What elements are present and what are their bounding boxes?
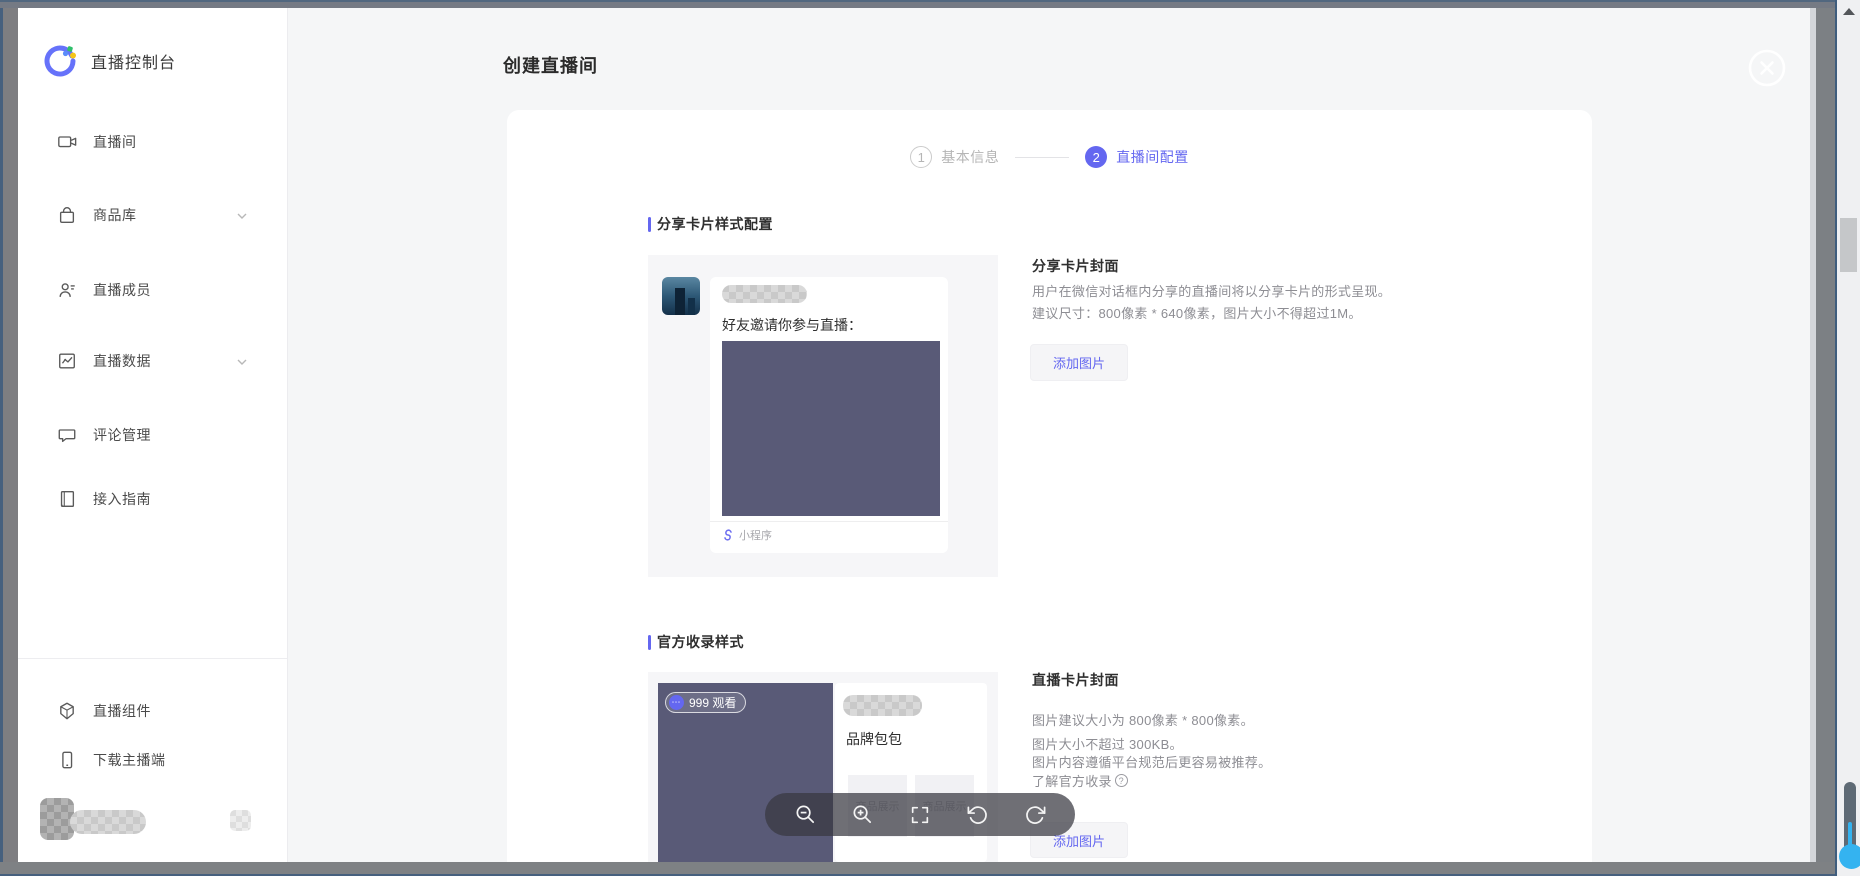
app-title: 直播控制台: [91, 49, 176, 73]
share-card-preview-panel: 好友邀请你参与直播： 小程序: [648, 255, 998, 577]
step-2-circle: 2: [1085, 146, 1107, 168]
video-camera-icon: [57, 132, 77, 152]
zoom-in-icon: [851, 803, 874, 826]
create-live-room-overlay: 创建直播间 1 基本信息 2 直播间配置 分享卡片样式配置: [289, 8, 1810, 862]
chat-avatar-image: [662, 277, 700, 315]
chevron-down-icon: [236, 355, 248, 373]
step-1-circle: 1: [910, 146, 932, 168]
comment-icon: [57, 425, 77, 445]
scrollbar-thumb[interactable]: [1840, 218, 1857, 272]
user-name-redacted: [70, 810, 146, 834]
share-cover-placeholder: [722, 341, 940, 516]
fullscreen-button[interactable]: [908, 803, 932, 827]
scroll-indicator-bulb-icon: [1839, 844, 1860, 869]
step-2-label: 直播间配置: [1116, 147, 1189, 167]
book-icon: [57, 489, 77, 509]
sidebar-item-live-members[interactable]: 直播成员: [18, 278, 288, 302]
live-cover-desc-3: 图片内容遵循平台规范后更容易被推荐。: [1032, 752, 1271, 771]
sidebar-divider: [18, 658, 287, 659]
step-1-label: 基本信息: [941, 147, 999, 167]
sidebar-item-live-room[interactable]: 直播间: [18, 130, 288, 154]
share-card-preview: 好友邀请你参与直播： 小程序: [710, 277, 948, 553]
sidebar: 直播控制台 直播间 商品库 直播成员 直播数据 评论管理 接入指南: [18, 8, 288, 862]
question-mark-icon: ?: [1115, 774, 1128, 787]
user-account-row[interactable]: [18, 788, 288, 858]
chat-sender-name-redacted: [722, 285, 807, 303]
sidebar-item-integration-guide[interactable]: 接入指南: [18, 487, 288, 511]
share-cover-desc-2: 建议尺寸：800像素 * 640像素，图片大小不得超过1M。: [1032, 303, 1362, 322]
sidebar-item-product-library[interactable]: 商品库: [18, 203, 288, 227]
shopping-bag-icon: [57, 205, 77, 225]
step-connector: [1015, 157, 1069, 158]
viewers-badge: ⋯ 999 观看: [665, 692, 746, 713]
add-share-image-button[interactable]: 添加图片: [1030, 344, 1128, 381]
live-cover-title: 直播卡片封面: [1032, 670, 1119, 690]
page-title: 创建直播间: [503, 52, 598, 78]
browser-scrollbar-track[interactable]: [1837, 0, 1860, 876]
sidebar-item-live-data[interactable]: 直播数据: [18, 349, 288, 373]
sidebar-item-download-host-app[interactable]: 下载主播端: [18, 748, 288, 772]
sidebar-item-comment-management[interactable]: 评论管理: [18, 423, 288, 447]
official-listing-help-link[interactable]: 了解官方收录 ?: [1032, 771, 1128, 790]
zoom-in-button[interactable]: [851, 803, 875, 827]
section-accent-bar: [648, 635, 651, 650]
zoom-out-button[interactable]: [793, 803, 817, 827]
phone-icon: [57, 750, 77, 770]
fullscreen-icon: [909, 804, 931, 826]
listing-title-redacted: [843, 695, 922, 716]
mini-program-icon: [722, 529, 734, 541]
invite-text: 好友邀请你参与直播：: [722, 315, 862, 335]
share-cover-title: 分享卡片封面: [1032, 256, 1119, 276]
chart-icon: [57, 351, 77, 371]
mini-program-footer: 小程序: [722, 527, 772, 543]
step-indicator: 1 基本信息 2 直播间配置: [507, 146, 1592, 168]
user-badge-redacted: [230, 810, 251, 831]
live-status-icon: ⋯: [669, 695, 684, 710]
cube-icon: [57, 701, 77, 721]
section-share-card-heading: 分享卡片样式配置: [648, 214, 773, 234]
app-logo-icon: [43, 44, 77, 78]
section-official-listing-heading: 官方收录样式: [648, 632, 744, 652]
window-frame-left: [0, 8, 18, 862]
image-preview-toolbar: [765, 793, 1075, 836]
product-name: 品牌包包: [846, 729, 902, 749]
section-accent-bar: [648, 217, 651, 232]
close-icon: [1747, 48, 1787, 88]
live-cover-desc-1: 图片建议大小为 800像素 * 800像素。: [1032, 710, 1254, 729]
member-icon: [57, 280, 77, 300]
window-frame-right: [1816, 8, 1835, 862]
window-frame-bottom: [0, 862, 1836, 876]
rotate-left-button[interactable]: [966, 803, 990, 827]
window-frame-top: [0, 0, 1836, 8]
scrollbar-up-arrow[interactable]: [1843, 8, 1855, 15]
rotate-right-button[interactable]: [1023, 803, 1047, 827]
vm-screen: 直播控制台 直播间 商品库 直播成员 直播数据 评论管理 接入指南: [0, 0, 1860, 876]
brand: 直播控制台: [43, 44, 176, 78]
card-divider: [710, 521, 948, 522]
chevron-down-icon: [236, 209, 248, 227]
wizard-card: 1 基本信息 2 直播间配置 分享卡片样式配置 好友邀请你参与直播：: [507, 110, 1592, 862]
user-avatar-redacted: [40, 798, 74, 840]
zoom-out-icon: [794, 803, 817, 826]
share-cover-desc-1: 用户在微信对话框内分享的直播间将以分享卡片的形式呈现。: [1032, 281, 1391, 300]
rotate-left-icon: [966, 803, 989, 826]
sidebar-item-live-components[interactable]: 直播组件: [18, 699, 288, 723]
rotate-right-icon: [1024, 803, 1047, 826]
live-cover-desc-2: 图片大小不超过 300KB。: [1032, 734, 1183, 753]
close-button[interactable]: [1747, 48, 1787, 88]
